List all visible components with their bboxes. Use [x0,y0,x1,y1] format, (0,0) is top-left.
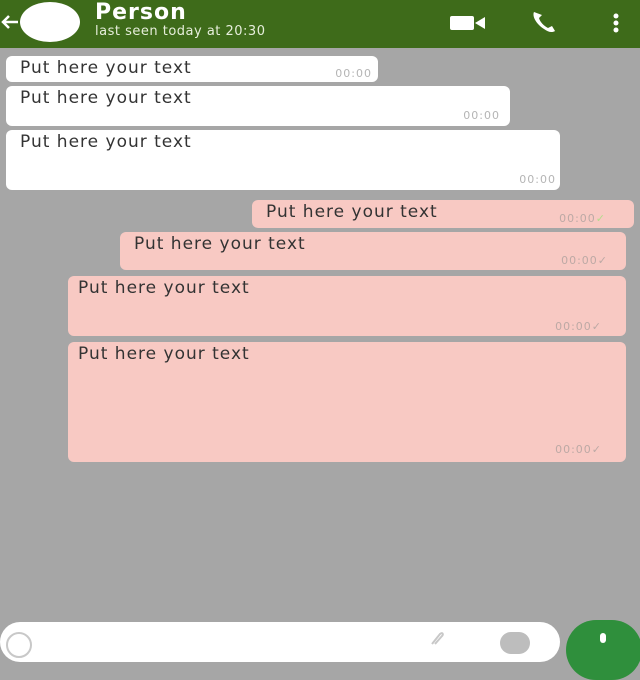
message-incoming[interactable]: Put here your text 00:00 [6,130,560,190]
message-time: 00:00✓ [561,254,608,267]
mic-button[interactable] [566,620,640,680]
message-text: Put here your text [20,58,192,78]
sent-check-icon: ✓ [591,320,602,333]
avatar[interactable] [20,2,80,42]
chat-header: Person last seen today at 20:30 [0,0,640,48]
message-outgoing[interactable]: Put here your text 00:00✓ [68,276,626,336]
message-time: 00:00✓ [555,443,602,456]
message-text: Put here your text [78,278,250,298]
mic-icon [600,633,606,643]
emoji-icon[interactable] [6,632,32,658]
message-text: Put here your text [20,132,192,152]
message-time: 00:00✓ [559,212,606,225]
message-incoming[interactable]: Put here your text 00:00 [6,86,510,126]
message-outgoing[interactable]: Put here your text 00:00✓ [68,342,626,462]
message-text: Put here your text [266,202,438,222]
message-time: 00:00 [519,173,556,186]
read-check-icon: ✓ [595,212,606,225]
message-composer[interactable] [0,622,560,662]
message-outgoing[interactable]: Put here your text 00:00✓ [252,200,634,228]
phone-icon[interactable] [528,8,564,36]
message-text: Put here your text [20,88,192,108]
last-seen-status: last seen today at 20:30 [95,24,266,39]
message-outgoing[interactable]: Put here your text 00:00✓ [120,232,626,270]
sent-check-icon: ✓ [591,443,602,456]
message-text: Put here your text [134,234,306,254]
back-arrow-icon[interactable] [0,10,20,34]
attach-icon[interactable] [428,630,446,646]
message-time: 00:00 [335,67,372,80]
more-vert-icon[interactable] [604,8,628,36]
video-camera-icon[interactable] [448,8,488,36]
contact-name[interactable]: Person [95,0,187,26]
message-text: Put here your text [78,344,250,364]
message-incoming[interactable]: Put here your text 00:00 [6,56,378,82]
message-time: 00:00✓ [555,320,602,333]
camera-icon[interactable] [500,632,530,654]
sent-check-icon: ✓ [597,254,608,267]
message-time: 00:00 [463,109,500,122]
